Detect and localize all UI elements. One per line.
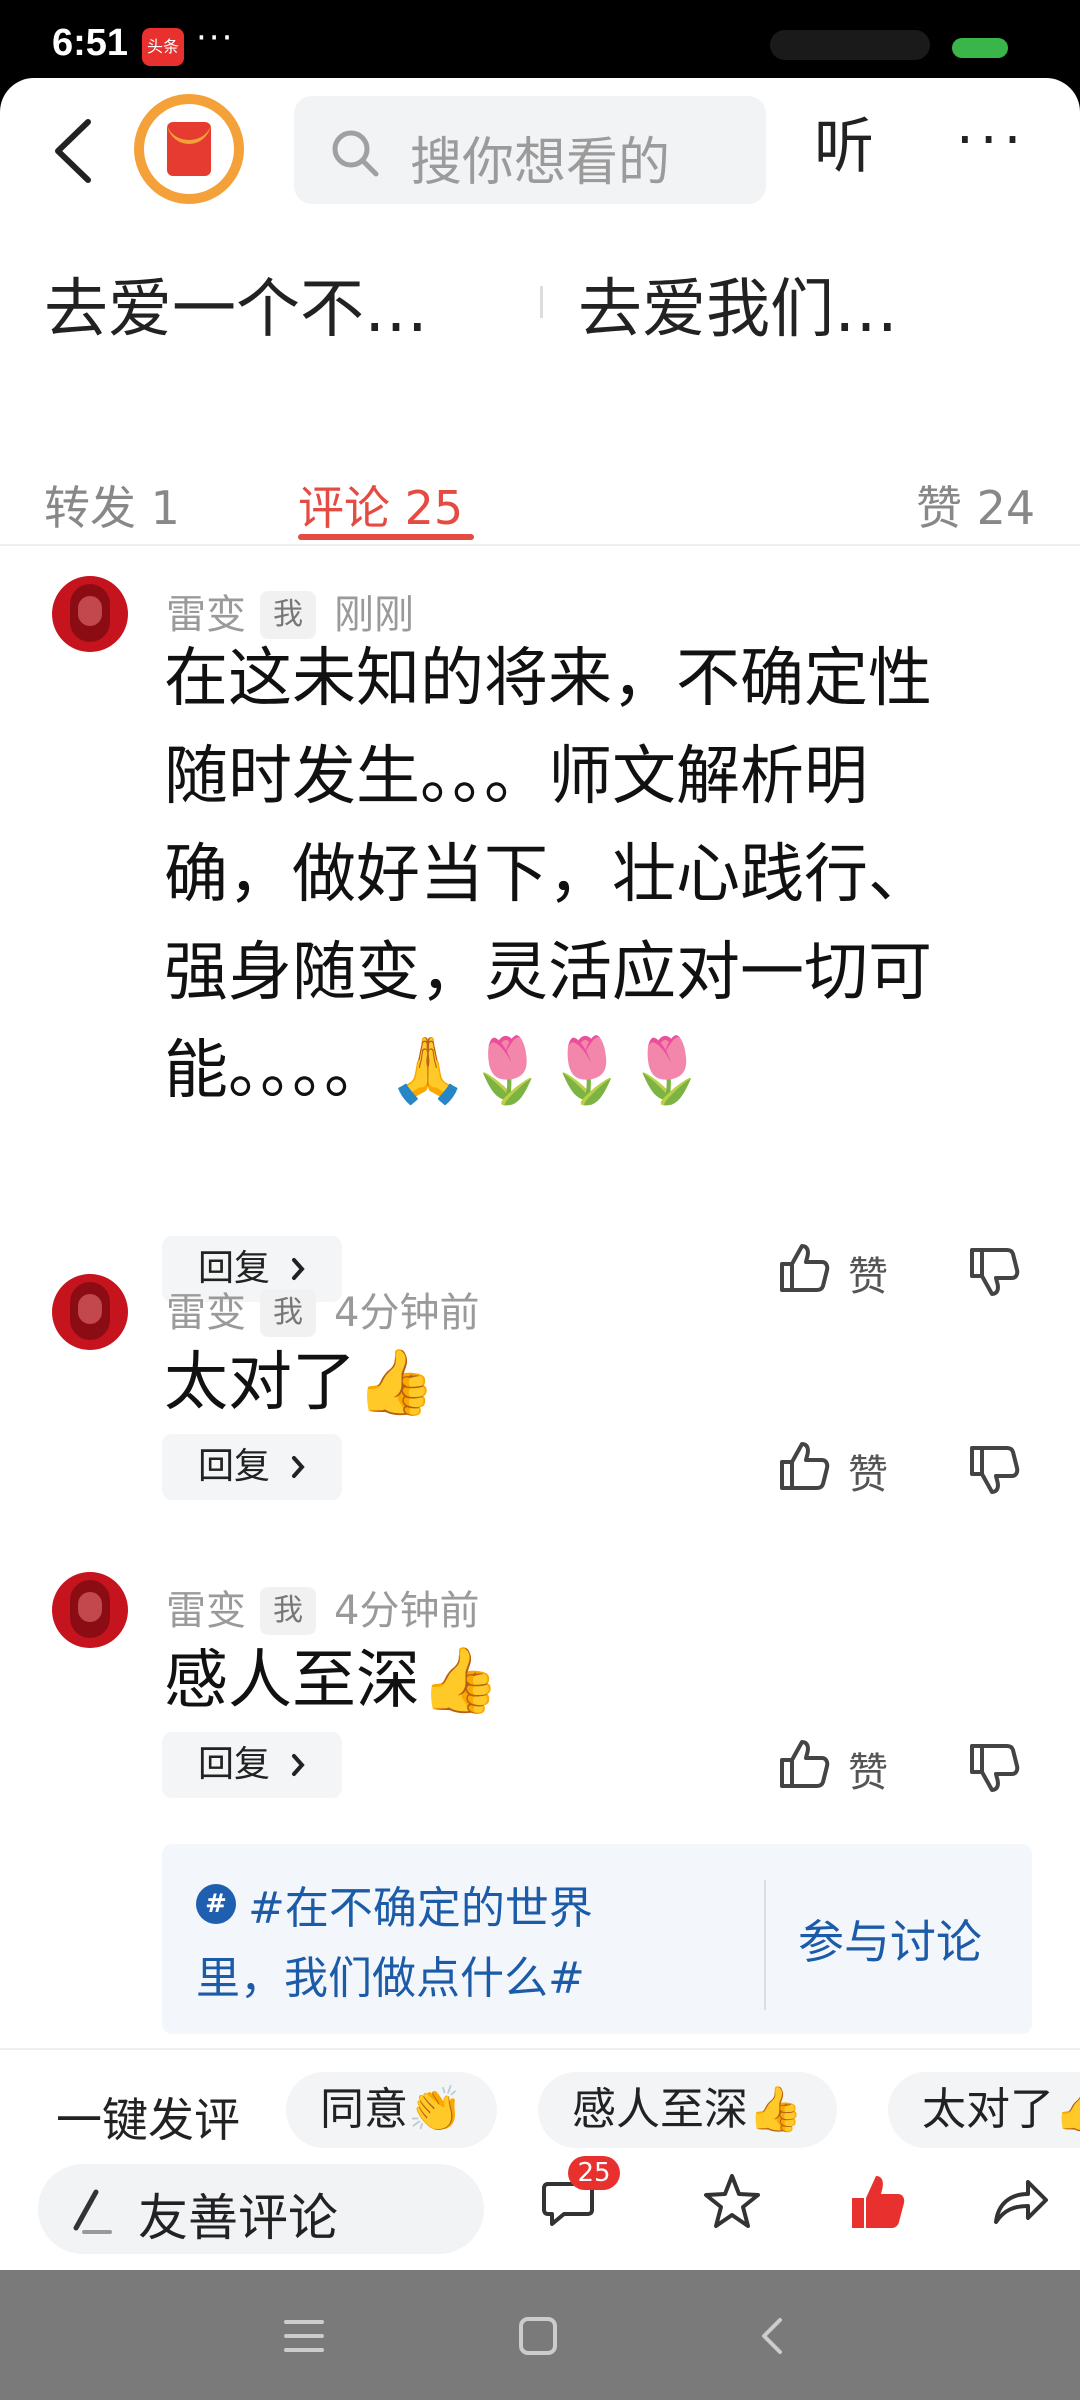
reply-button[interactable]: 回复 bbox=[162, 1732, 342, 1798]
comment-text: 感人至深👍 bbox=[164, 1632, 1024, 1730]
comment-line: 在这未知的将来，不确定性 bbox=[164, 642, 932, 716]
comment-line: 能。。。。🙏🌷🌷🌷 bbox=[164, 1034, 707, 1108]
top-bar: 搜你想看的 听 ··· bbox=[0, 78, 1080, 218]
listen-button[interactable]: 听 bbox=[814, 98, 874, 185]
tab-bar: 转发 1 评论 25 赞 24 bbox=[0, 448, 1080, 546]
pen-icon bbox=[73, 2189, 112, 2234]
topic-text[interactable]: #在不确定的世界里，我们做点什么# bbox=[196, 1874, 616, 2014]
system-nav-bar bbox=[0, 2270, 1080, 2400]
topic-card[interactable]: # #在不确定的世界里，我们做点什么# 参与讨论 bbox=[162, 1844, 1032, 2034]
thumbs-down-icon bbox=[970, 1248, 1020, 1296]
comment-input-placeholder: 友善评论 bbox=[138, 2189, 338, 2247]
avatar[interactable] bbox=[52, 1572, 128, 1648]
back-button[interactable] bbox=[44, 116, 104, 186]
me-badge: 我 bbox=[260, 1587, 316, 1635]
comment-line: 确，做好当下，壮心践行、 bbox=[164, 838, 932, 912]
comment-time: 4分钟前 bbox=[334, 1588, 480, 1634]
thumbs-up-filled-icon[interactable] bbox=[846, 2170, 910, 2234]
quick-comment-chip[interactable]: 同意👏 bbox=[286, 2072, 497, 2148]
comment-text: 在这未知的将来，不确定性 随时发生。。。师文解析明 确，做好当下，壮心践行、 强… bbox=[164, 630, 1024, 1120]
search-placeholder: 搜你想看的 bbox=[410, 133, 671, 193]
quick-comment-bar: 一键发评 同意👏 感人至深👍 太对了👍 bbox=[0, 2050, 1080, 2154]
comment-meta: 雷变我刚刚 bbox=[166, 582, 414, 639]
tab-likes[interactable]: 赞 24 bbox=[916, 472, 1035, 538]
related-title-2[interactable]: 去爱我们… bbox=[578, 258, 898, 350]
related-title-1[interactable]: 去爱一个不… bbox=[44, 258, 428, 350]
comment-author[interactable]: 雷变 bbox=[166, 1588, 246, 1634]
thumbs-up-icon bbox=[780, 1442, 830, 1490]
comment-meta: 雷变我 4分钟前 bbox=[166, 1578, 479, 1635]
comment-author[interactable]: 雷变 bbox=[166, 1290, 246, 1336]
search-input[interactable]: 搜你想看的 bbox=[294, 96, 766, 204]
more-button[interactable]: ··· bbox=[956, 108, 1027, 173]
active-tab-indicator bbox=[298, 534, 474, 540]
divider bbox=[764, 1880, 766, 2010]
comment-line: 强身随变，灵活应对一切可 bbox=[164, 936, 932, 1010]
comment-meta: 雷变我 4分钟前 bbox=[166, 1280, 479, 1337]
like-button[interactable]: 赞 bbox=[776, 1434, 916, 1500]
dislike-button[interactable] bbox=[966, 1732, 1026, 1798]
search-icon bbox=[332, 130, 379, 177]
avatar[interactable] bbox=[52, 576, 128, 652]
back-nav-icon[interactable] bbox=[752, 2314, 796, 2358]
like-label: 赞 bbox=[848, 1750, 888, 1796]
comment-line: 随时发生。。。师文解析明 bbox=[164, 740, 868, 814]
related-titles: 去爱一个不… 去爱我们… bbox=[0, 238, 1080, 348]
like-button[interactable]: 赞 bbox=[776, 1732, 916, 1798]
tab-comments[interactable]: 评论 25 bbox=[298, 472, 463, 538]
status-time: 6:51 bbox=[52, 22, 129, 64]
dislike-button[interactable] bbox=[966, 1236, 1026, 1302]
status-more-icon: ··· bbox=[196, 18, 235, 58]
quick-comment-label: 一键发评 bbox=[56, 2093, 240, 2147]
comment-line: 太对了👍 bbox=[164, 1346, 436, 1420]
like-label: 赞 bbox=[848, 1254, 888, 1300]
quick-comment-chip[interactable]: 感人至深👍 bbox=[538, 2072, 837, 2148]
home-icon[interactable] bbox=[516, 2314, 560, 2358]
comment-line: 感人至深👍 bbox=[164, 1644, 500, 1718]
chevron-left-icon bbox=[55, 119, 91, 183]
reply-button[interactable]: 回复 bbox=[162, 1434, 342, 1500]
app-notification-icon: 头条 bbox=[142, 28, 184, 66]
me-badge: 我 bbox=[260, 1289, 316, 1337]
chevron-right-icon bbox=[292, 1754, 305, 1776]
signal-icon bbox=[770, 30, 930, 60]
bottom-bar: 一键发评 同意👏 感人至深👍 太对了👍 友善评论 25 bbox=[0, 2048, 1080, 2270]
app-window: 搜你想看的 听 ··· 去爱一个不… 去爱我们… 转发 1 评论 25 赞 24… bbox=[0, 78, 1080, 2270]
quick-comment-chip[interactable]: 太对了👍 bbox=[888, 2072, 1080, 2148]
like-label: 赞 bbox=[848, 1452, 888, 1498]
thumbs-down-icon bbox=[970, 1446, 1020, 1494]
thumbs-up-icon bbox=[780, 1244, 830, 1292]
like-button[interactable]: 赞 bbox=[776, 1236, 916, 1302]
dislike-button[interactable] bbox=[966, 1434, 1026, 1500]
avatar[interactable] bbox=[52, 1274, 128, 1350]
red-envelope-icon bbox=[167, 122, 211, 176]
reply-label: 回复 bbox=[198, 1446, 271, 1487]
star-icon[interactable] bbox=[700, 2170, 764, 2234]
battery-icon bbox=[952, 38, 1008, 58]
tab-reposts[interactable]: 转发 1 bbox=[44, 472, 180, 538]
comment-count-badge: 25 bbox=[568, 2156, 620, 2190]
divider bbox=[540, 286, 543, 318]
reply-label: 回复 bbox=[198, 1744, 271, 1785]
comment-time: 4分钟前 bbox=[334, 1290, 480, 1336]
menu-icon[interactable] bbox=[282, 2314, 326, 2358]
red-packet-button[interactable] bbox=[134, 94, 244, 204]
join-discussion-button[interactable]: 参与讨论 bbox=[798, 1906, 982, 1972]
share-icon[interactable] bbox=[988, 2170, 1052, 2234]
thumbs-down-icon bbox=[970, 1744, 1020, 1792]
comment-text: 太对了👍 bbox=[164, 1334, 1024, 1432]
comment-input[interactable]: 友善评论 bbox=[38, 2164, 484, 2254]
chevron-right-icon bbox=[292, 1456, 305, 1478]
thumbs-up-icon bbox=[780, 1740, 830, 1788]
